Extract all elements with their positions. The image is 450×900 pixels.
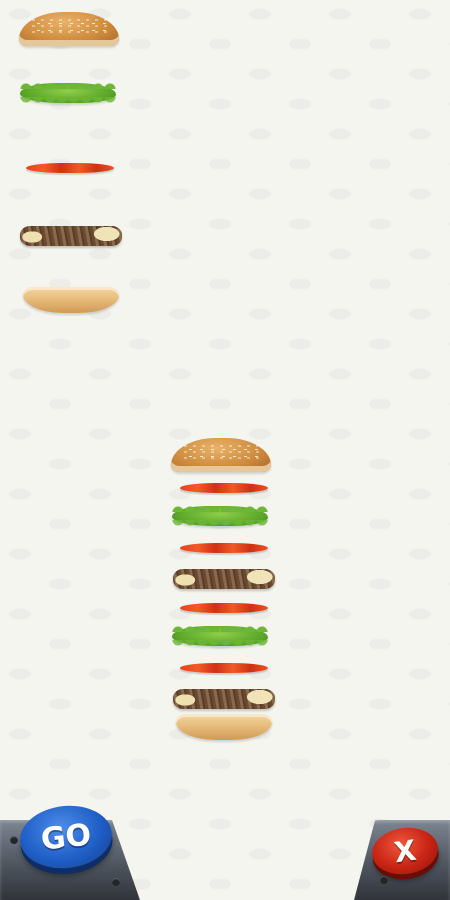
screw: [380, 876, 388, 884]
stack-lettuce: [172, 622, 268, 646]
stack-tomato: [180, 603, 268, 613]
stack-tomato: [180, 663, 268, 673]
stack-lettuce: [172, 502, 268, 526]
lettuce-icon[interactable]: [20, 79, 116, 103]
cancel-button-label: X: [392, 833, 418, 869]
screw: [10, 836, 18, 844]
stack-tomato: [180, 483, 268, 493]
stack-tomato: [180, 543, 268, 553]
patty-icon[interactable]: [20, 226, 122, 246]
stack-patty: [173, 689, 275, 709]
screw: [112, 878, 120, 886]
stack-patty: [173, 569, 275, 589]
go-button-label: GO: [39, 816, 93, 858]
tomato-icon[interactable]: [26, 163, 114, 173]
top-bun-icon[interactable]: [19, 12, 119, 46]
stack-top-bun: [171, 438, 271, 472]
